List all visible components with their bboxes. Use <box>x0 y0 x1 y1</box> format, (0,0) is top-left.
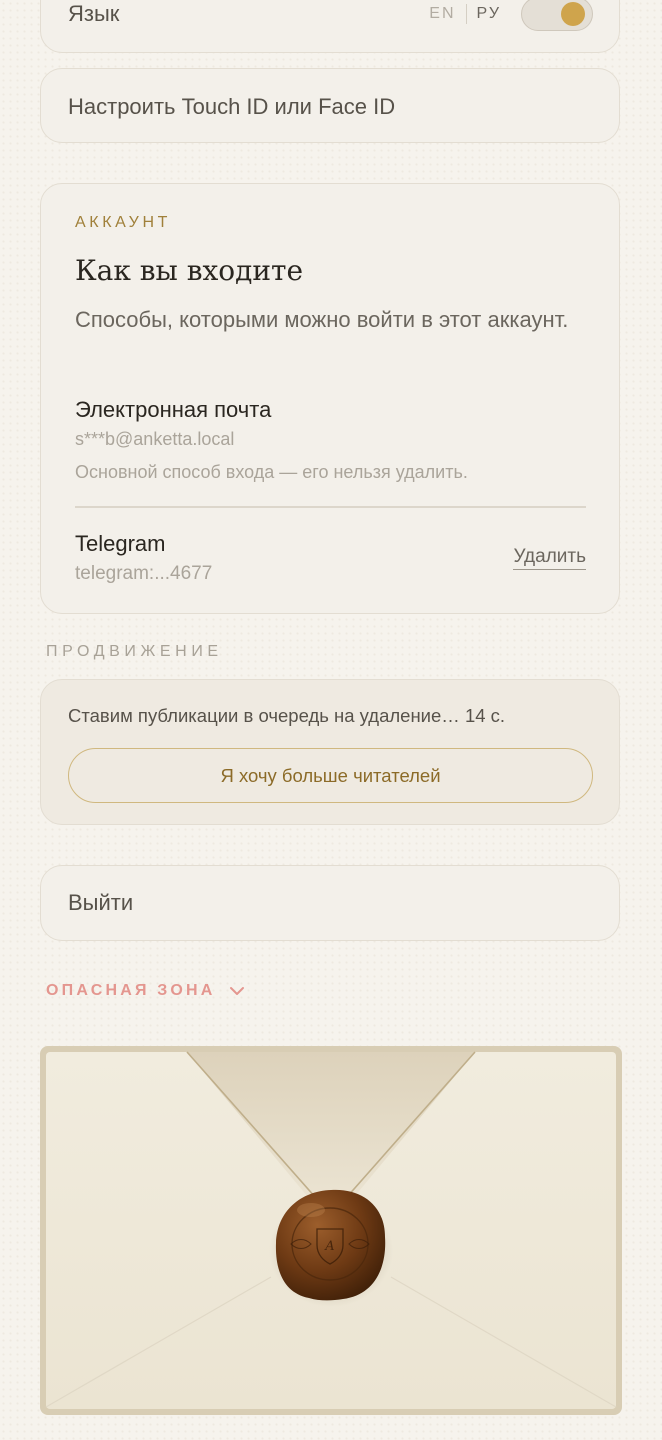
account-eyebrow: АККАУНТ <box>75 214 171 231</box>
language-label: Язык <box>68 1 120 26</box>
promotion-status: Ставим публикации в очередь на удаление…… <box>68 705 506 726</box>
chevron-down-icon <box>230 987 245 995</box>
language-option-en[interactable]: EN <box>429 5 455 23</box>
seal-highlight <box>297 1203 325 1217</box>
divider <box>75 506 586 508</box>
account-card: АККАУНТ Как вы входите Способы, которыми… <box>40 183 620 614</box>
promotion-card: Ставим публикации в очередь на удаление…… <box>40 679 620 825</box>
language-switch[interactable]: EN РУ <box>429 0 593 31</box>
language-toggle[interactable] <box>521 0 593 31</box>
toggle-knob <box>561 2 585 26</box>
language-row: Язык EN РУ <box>40 0 620 53</box>
account-description: Способы, которыми можно войти в этот акк… <box>75 307 569 332</box>
promotion-heading: ПРОДВИЖЕНИЕ <box>46 643 223 660</box>
language-option-ru[interactable]: РУ <box>477 5 501 23</box>
email-method-title: Электронная почта <box>75 397 272 422</box>
seal-monogram: A <box>324 1239 334 1254</box>
language-separator <box>465 4 467 24</box>
biometrics-label: Настроить Touch ID или Face ID <box>68 94 396 119</box>
email-method-value: s***b@anketta.local <box>75 429 235 449</box>
more-readers-button[interactable]: Я хочу больше читателей <box>68 748 593 803</box>
telegram-method-title: Telegram <box>75 531 166 556</box>
danger-zone-label: ОПАСНАЯ ЗОНА <box>46 982 216 999</box>
account-title: Как вы входите <box>75 254 304 287</box>
logout-label: Выйти <box>68 890 134 915</box>
logout-button[interactable]: Выйти <box>40 865 620 941</box>
envelope-illustration: A <box>40 1046 622 1415</box>
danger-zone-toggle[interactable]: ОПАСНАЯ ЗОНА <box>46 982 245 1000</box>
remove-telegram-button[interactable]: Удалить <box>513 546 586 570</box>
email-method-note: Основной способ входа — его нельзя удали… <box>75 462 468 482</box>
telegram-method-value: telegram:...4677 <box>75 563 213 584</box>
biometrics-setup-button[interactable]: Настроить Touch ID или Face ID <box>40 68 620 143</box>
